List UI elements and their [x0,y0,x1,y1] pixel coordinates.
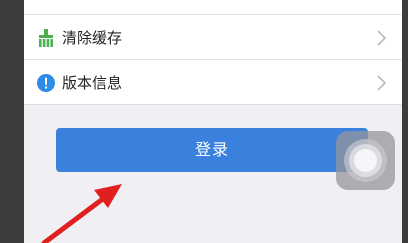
list-item-previous [24,0,402,14]
settings-list: 清除缓存 版本信息 [24,0,402,105]
list-item-clear-cache[interactable]: 清除缓存 [24,14,402,59]
chevron-right-icon [377,30,386,46]
broom-icon [39,29,53,47]
device-bezel-left [0,0,24,243]
list-item-label: 清除缓存 [62,29,123,47]
list-item-label: 版本信息 [62,74,123,92]
assistive-touch-ring-inner [354,149,377,172]
device-bezel-right [402,0,408,243]
chevron-right-icon [377,75,386,91]
assistive-touch-button[interactable] [336,131,395,190]
info-icon [37,74,55,92]
settings-screen: 清除缓存 版本信息 登录 [24,0,402,243]
list-item-version-info[interactable]: 版本信息 [24,59,402,105]
login-button[interactable]: 登录 [56,128,368,172]
